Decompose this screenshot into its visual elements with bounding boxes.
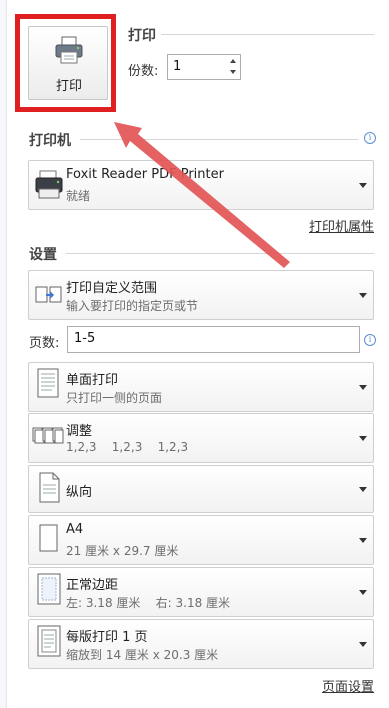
annotation-arrow (114, 122, 290, 268)
